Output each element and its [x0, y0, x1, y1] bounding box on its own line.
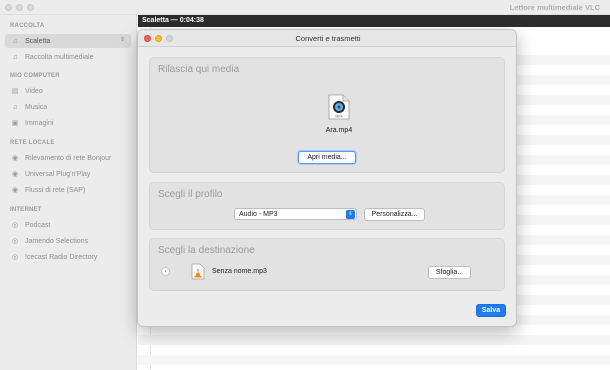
music-icon: ♫: [12, 103, 18, 111]
minimize-window-button[interactable]: [16, 4, 23, 11]
network-icon: ◉: [11, 155, 19, 162]
image-icon: ▣: [11, 120, 19, 127]
sidebar-item-upnp[interactable]: ◉ Universal Plug'n'Play: [5, 167, 131, 181]
sidebar-item-bonjour[interactable]: ◉ Rilevamento di rete Bonjour: [5, 151, 131, 165]
sidebar-item-music[interactable]: ♫ Musica: [5, 100, 131, 114]
podcast-icon: ◎: [11, 238, 19, 245]
sidebar-section-title: MIO COMPUTER: [10, 73, 60, 79]
open-media-button[interactable]: Apri media...: [298, 151, 356, 164]
profile-select-value: Audio - MP3: [239, 210, 278, 218]
chevron-updown-icon[interactable]: ⇕: [120, 36, 125, 43]
profile-select[interactable]: Audio - MP3 ⇕: [234, 208, 357, 220]
profile-box: Scegli il profilo Audio - MP3 ⇕ Personal…: [149, 182, 505, 230]
profile-title: Scegli il profilo: [158, 189, 223, 200]
sidebar-item-images[interactable]: ▣ Immagini: [5, 116, 131, 130]
podcast-icon: ◎: [11, 222, 19, 229]
sidebar-item-library[interactable]: ♫ Raccolta multimediale: [5, 50, 131, 64]
sidebar-item-sap[interactable]: ◉ Flussi di rete (SAP): [5, 183, 131, 197]
file-badge: MP4: [335, 114, 342, 118]
sidebar-item-label: Flussi di rete (SAP): [25, 186, 86, 194]
main-titlebar: Lettore multimediale VLC: [0, 0, 610, 15]
sidebar-item-label: Video: [25, 87, 43, 95]
zoom-window-button[interactable]: [27, 4, 34, 11]
sidebar-item-jamendo[interactable]: ◎ Jamendo Selections: [5, 234, 131, 248]
dialog-title: Converti e trasmetti: [295, 34, 361, 43]
destination-title: Scegli la destinazione: [158, 245, 255, 256]
playlist-title: Scaletta — 0:04:38: [142, 17, 204, 24]
source-file-name: Ara.mp4: [325, 127, 353, 134]
destination-box: Scegli la destinazione • Senza nome.mp3 …: [149, 238, 505, 291]
chevron-updown-icon: ⇕: [346, 210, 355, 219]
sidebar-item-label: Immagini: [25, 119, 54, 127]
sidebar-item-label: Raccolta multimediale: [25, 53, 94, 61]
sidebar-item-playlist[interactable]: ♫ Scaletta ⇕: [5, 34, 131, 48]
main-window-title: Lettore multimediale VLC: [509, 3, 600, 12]
sidebar-item-label: Rilevamento di rete Bonjour: [25, 154, 112, 162]
playlist-row[interactable]: [138, 355, 610, 365]
sidebar: RACCOLTA ♫ Scaletta ⇕ ♫ Raccolta multime…: [0, 15, 137, 370]
sidebar-item-podcast[interactable]: ◎ Podcast: [5, 218, 131, 232]
drop-media-title: Rilascia qui media: [158, 64, 240, 75]
browse-button[interactable]: Sfoglia...: [428, 266, 471, 279]
library-icon: ♫: [12, 53, 18, 61]
sidebar-item-label: Universal Plug'n'Play: [25, 170, 91, 178]
network-icon: ◉: [11, 187, 19, 194]
dialog-titlebar: Converti e trasmetti: [138, 30, 516, 47]
playlist-header: Scaletta — 0:04:38: [138, 15, 610, 27]
drop-media-box[interactable]: Rilascia qui media MP4 Ara.mp4 Apri medi…: [149, 57, 505, 173]
network-icon: ◉: [11, 171, 19, 178]
convert-stream-dialog: Converti e trasmetti Rilascia qui media …: [137, 29, 517, 327]
playlist-row[interactable]: [138, 335, 610, 345]
destination-file-name: Senza nome.mp3: [212, 268, 267, 275]
podcast-icon: ◎: [11, 254, 19, 261]
vlc-cone-file-icon: [191, 263, 205, 280]
sidebar-item-icecast[interactable]: ◎ Icecast Radio Directory: [5, 250, 131, 264]
sidebar-section-title: RACCOLTA: [10, 23, 45, 29]
close-window-button[interactable]: [5, 4, 12, 11]
sidebar-section-title: RETE LOCALE: [10, 140, 55, 146]
customize-profile-button[interactable]: Personalizza...: [364, 208, 425, 221]
sidebar-item-label: Jamendo Selections: [25, 237, 89, 245]
sidebar-section-title: INTERNET: [10, 207, 42, 213]
sidebar-item-label: Scaletta: [25, 37, 51, 45]
mp4-file-icon: MP4: [328, 94, 350, 120]
save-button[interactable]: Salva: [476, 304, 506, 317]
playlist-icon: ♫: [12, 37, 18, 45]
destination-file-radio[interactable]: •: [161, 267, 170, 276]
film-icon: ▤: [11, 88, 19, 95]
sidebar-item-video[interactable]: ▤ Video: [5, 84, 131, 98]
sidebar-item-label: Musica: [25, 103, 48, 111]
sidebar-item-label: Icecast Radio Directory: [25, 253, 98, 261]
sidebar-item-label: Podcast: [25, 221, 51, 229]
